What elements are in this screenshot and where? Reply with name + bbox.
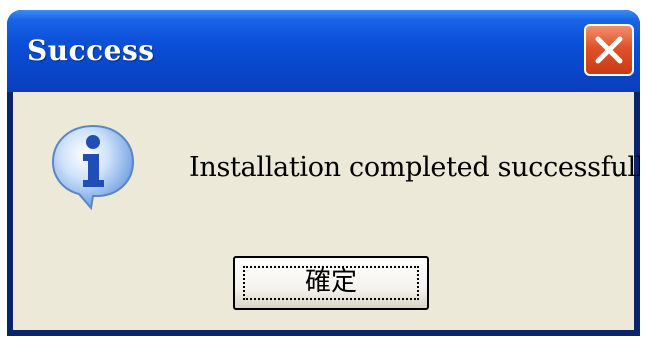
dialog-message: Installation completed successfully	[189, 152, 640, 183]
close-icon	[595, 36, 623, 64]
dialog-body: Installation completed successfully 確定	[13, 92, 640, 330]
ok-button-label: 確定	[304, 267, 357, 297]
dialog-window: Success Installation completed successfu…	[7, 10, 640, 336]
close-button[interactable]	[584, 24, 634, 76]
title-bar[interactable]: Success	[7, 10, 640, 92]
ok-button[interactable]: 確定	[233, 256, 429, 310]
info-icon	[51, 124, 135, 211]
dialog-title: Success	[27, 34, 155, 67]
